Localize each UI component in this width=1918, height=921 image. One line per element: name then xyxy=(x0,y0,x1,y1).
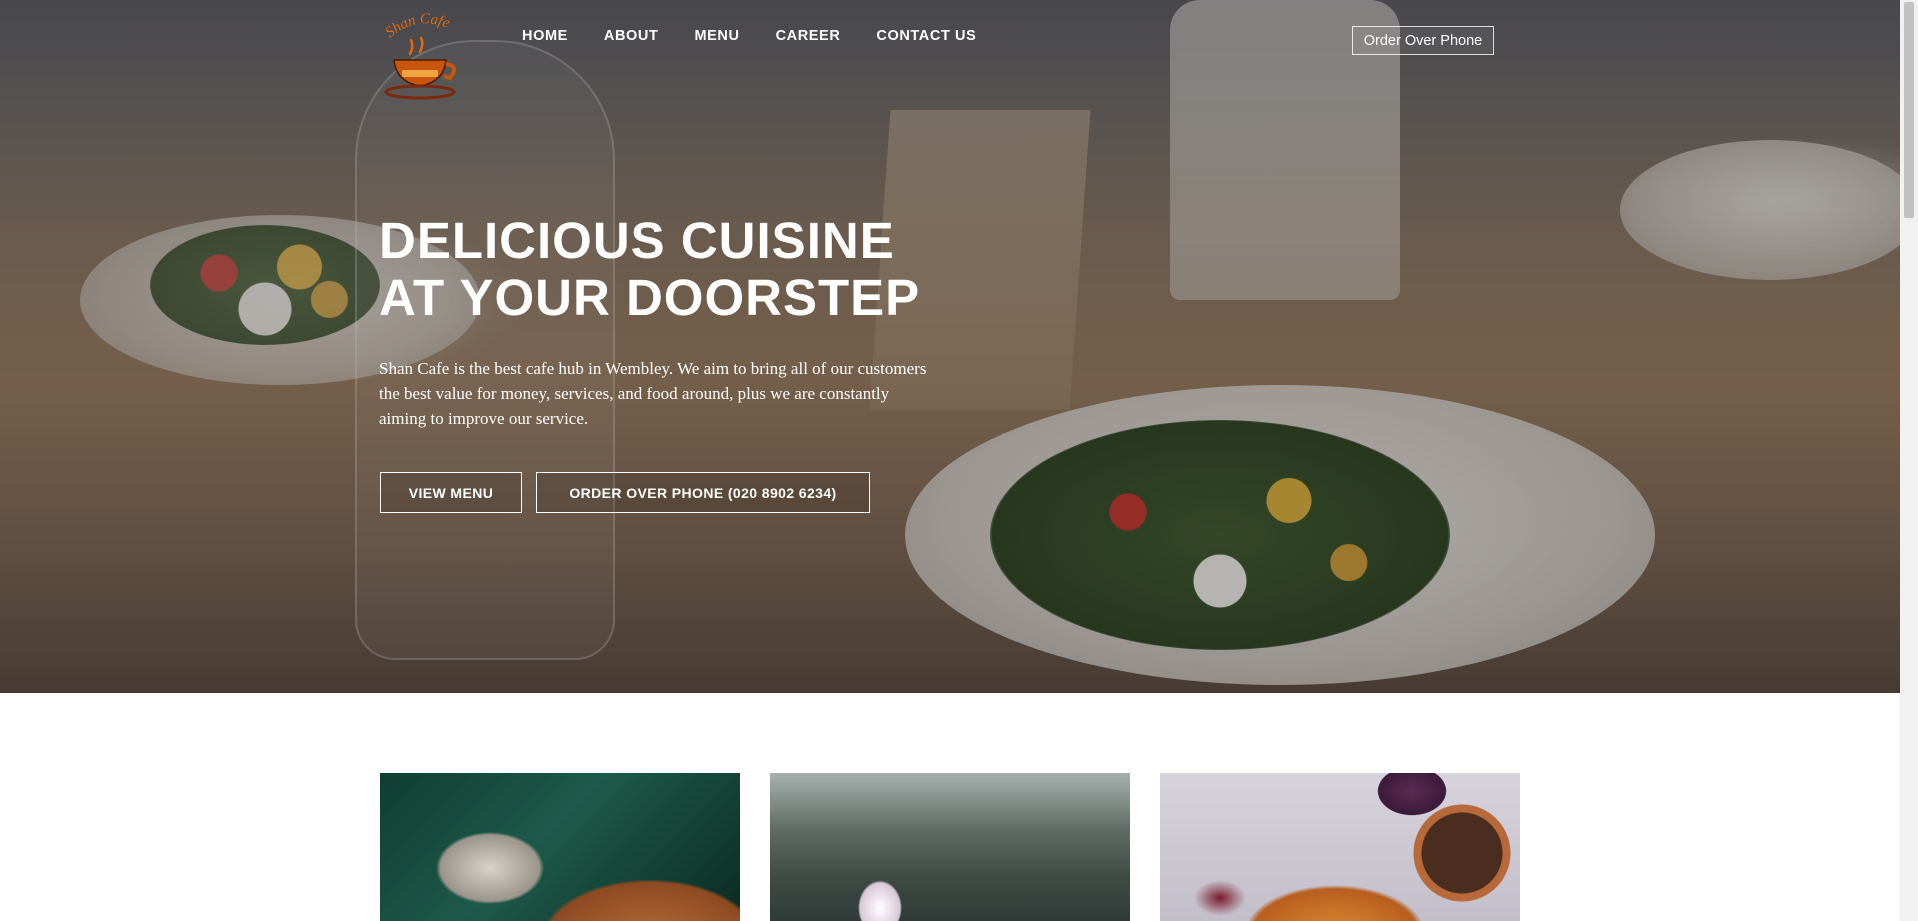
hero-description: Shan Cafe is the best cafe hub in Wemble… xyxy=(379,359,927,428)
nav-contact-us[interactable]: CONTACT US xyxy=(876,28,976,44)
page-scrollbar[interactable] xyxy=(1900,0,1918,921)
card-image-coffee[interactable] xyxy=(380,773,740,921)
svg-text:Shan Cafe: Shan Cafe xyxy=(383,11,452,41)
coffee-cup-icon: Shan Cafe xyxy=(383,11,457,100)
nav-menu[interactable]: MENU xyxy=(694,28,739,44)
hero-title: DELICIOUS CUISINE AT YOUR DOORSTEP xyxy=(379,212,999,326)
page: Shan Cafe HOME ABOUT MENU CAREER CONTACT… xyxy=(0,0,1918,921)
main-nav: HOME ABOUT MENU CAREER CONTACT US xyxy=(522,28,1012,44)
order-phone-button[interactable]: ORDER OVER PHONE (020 8902 6234) xyxy=(536,472,870,513)
hero-section: Shan Cafe HOME ABOUT MENU CAREER CONTACT… xyxy=(0,0,1900,693)
order-over-phone-button[interactable]: Order Over Phone xyxy=(1352,26,1494,55)
hero-title-line-1: DELICIOUS CUISINE xyxy=(379,212,895,269)
nav-about[interactable]: ABOUT xyxy=(604,28,659,44)
logo-link[interactable]: Shan Cafe xyxy=(380,8,476,102)
hero-title-line-2: AT YOUR DOORSTEP xyxy=(379,269,921,326)
nav-home[interactable]: HOME xyxy=(522,28,568,44)
nav-career[interactable]: CAREER xyxy=(776,28,841,44)
card-image-restaurant[interactable] xyxy=(770,773,1130,921)
card-image-curry[interactable] xyxy=(1160,773,1520,921)
scrollbar-thumb[interactable] xyxy=(1904,2,1914,218)
hero-overlay xyxy=(0,0,1900,693)
view-menu-button[interactable]: VIEW MENU xyxy=(380,472,522,513)
